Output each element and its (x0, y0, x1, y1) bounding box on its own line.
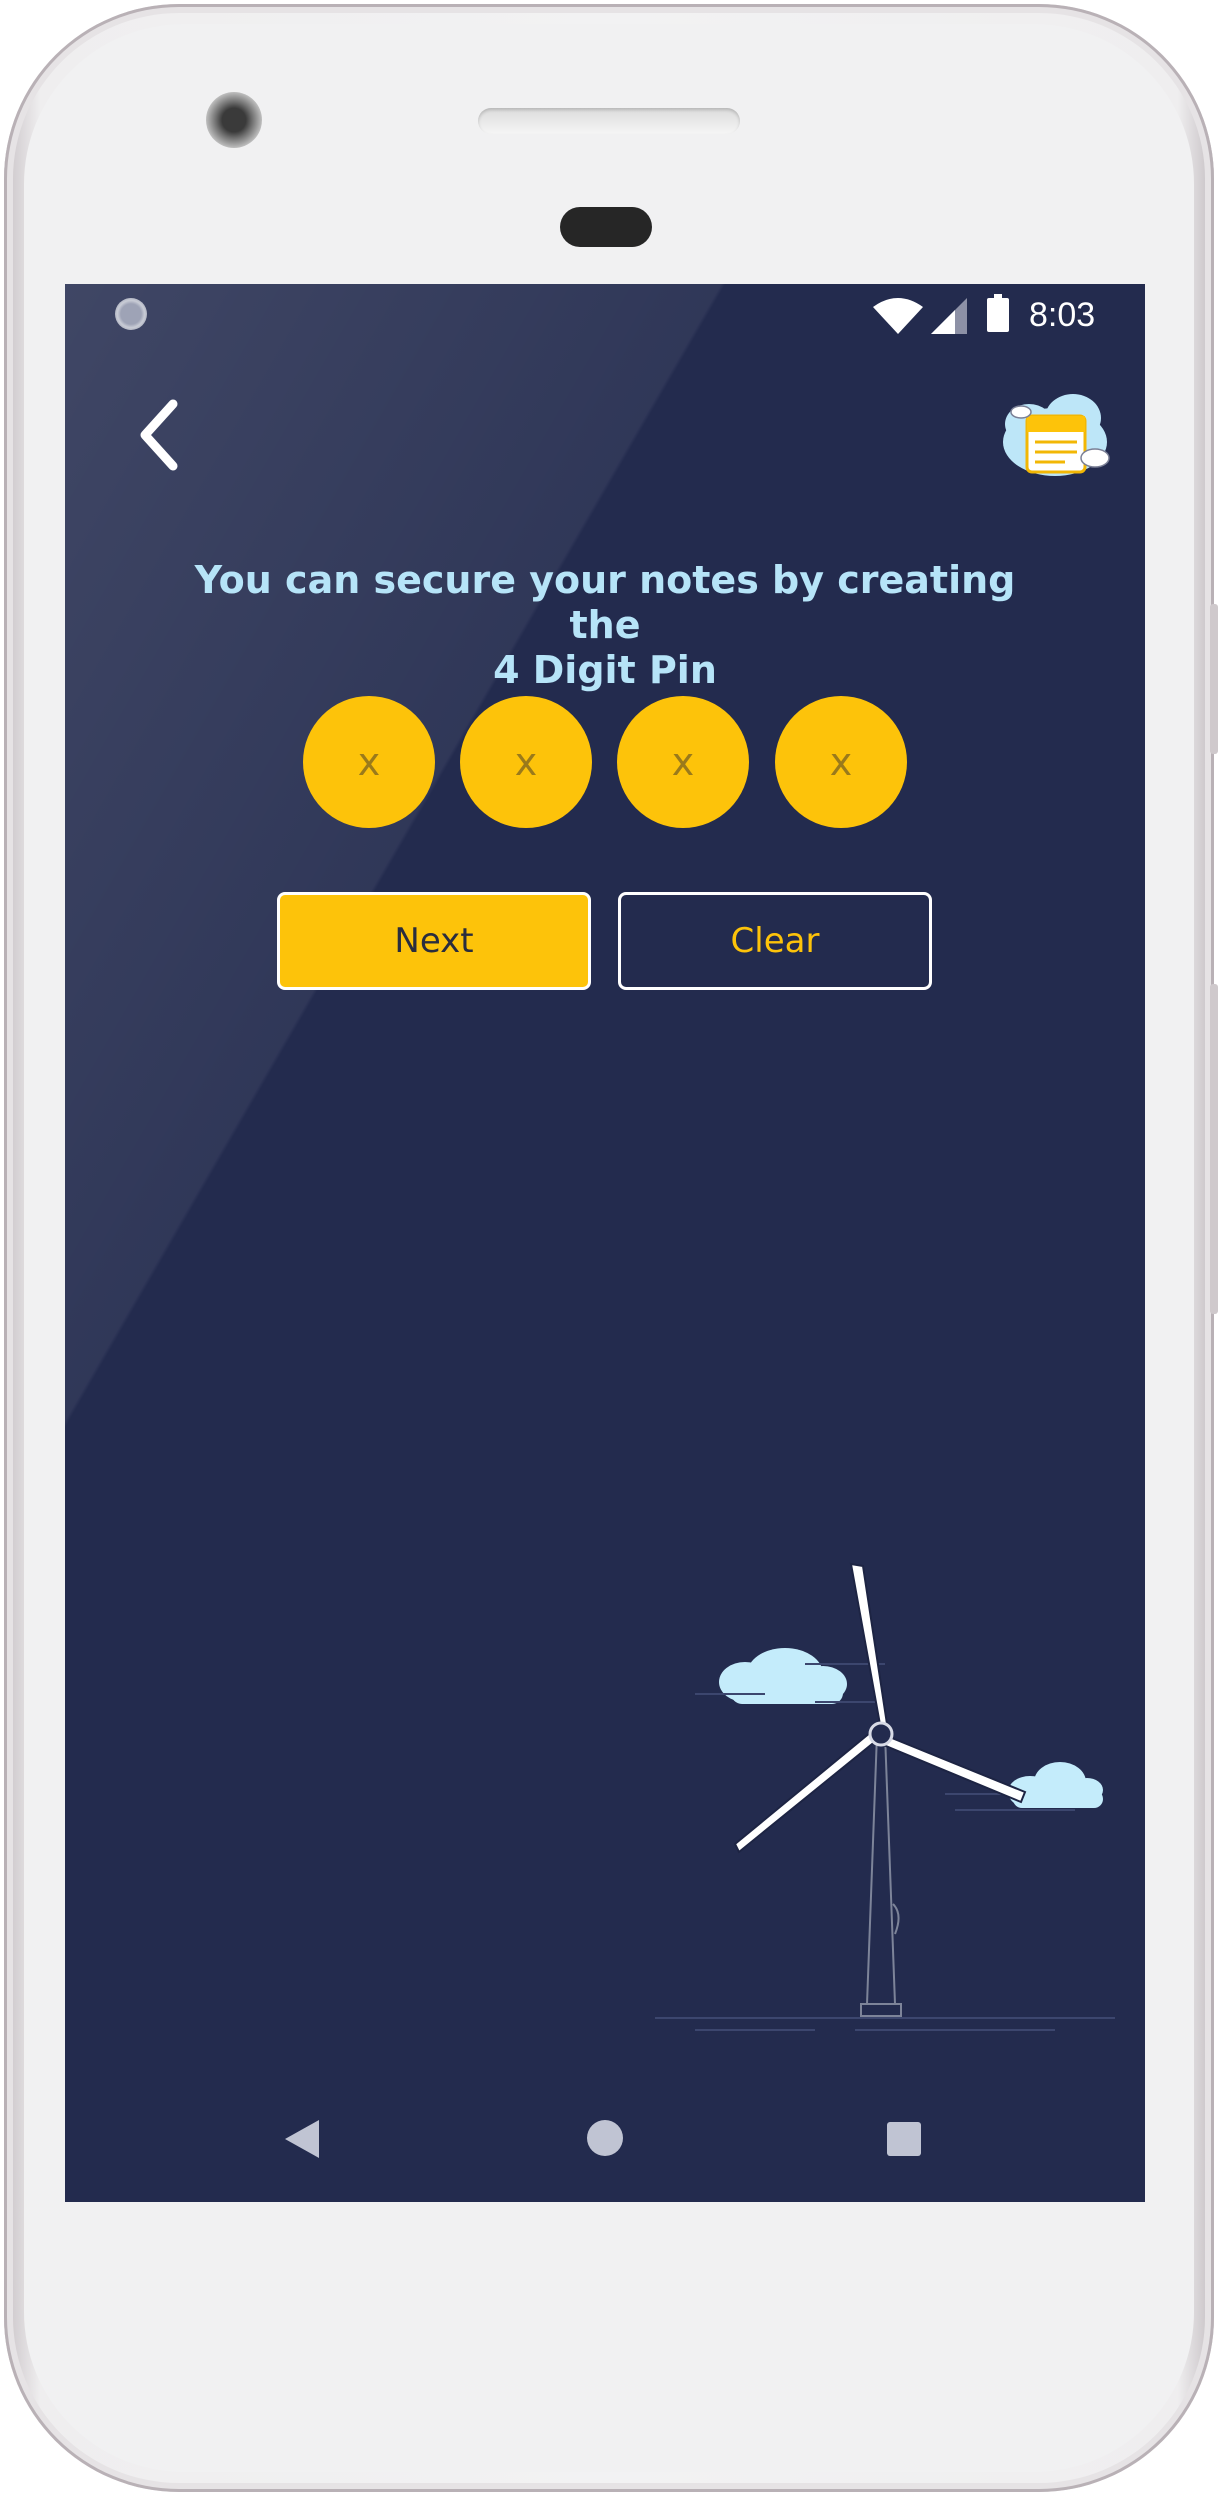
instruction-text: You can secure your notes by creating th… (155, 558, 1055, 693)
instruction-line-1: You can secure your notes by creating th… (194, 558, 1016, 647)
instruction-line-2: 4 Digit Pin (493, 648, 717, 692)
app-screen: 8:03 You can secure your notes by creati… (65, 284, 1145, 2202)
navigation-bar (65, 2094, 1145, 2202)
windmill-illustration (655, 1562, 1115, 2031)
pin-digit-2: x (460, 696, 592, 828)
notification-dot-icon (115, 298, 147, 330)
volume-button (1210, 604, 1218, 754)
wifi-icon (873, 298, 923, 334)
pin-digit-3: x (617, 696, 749, 828)
notes-calendar-cloud-icon (1003, 394, 1110, 476)
nav-recents-icon[interactable] (887, 2122, 921, 2156)
next-button[interactable]: Next (277, 892, 591, 990)
chevron-left-icon (140, 399, 178, 471)
back-button[interactable] (125, 392, 195, 478)
power-button (1210, 984, 1218, 1314)
status-bar: 8:03 (65, 284, 1145, 348)
nav-back-icon[interactable] (285, 2120, 319, 2158)
front-camera (206, 92, 262, 148)
signal-icon (931, 298, 967, 334)
cloud-left (719, 1648, 847, 1704)
clear-button[interactable]: Clear (618, 892, 932, 990)
pin-digit-4: x (775, 696, 907, 828)
battery-icon (987, 294, 1009, 332)
status-time: 8:03 (1029, 296, 1096, 334)
nav-home-icon[interactable] (587, 2120, 623, 2156)
speaker-grill (478, 108, 740, 134)
earpiece (560, 207, 652, 247)
pin-input: x x x x (303, 696, 923, 830)
pin-digit-1: x (303, 696, 435, 828)
